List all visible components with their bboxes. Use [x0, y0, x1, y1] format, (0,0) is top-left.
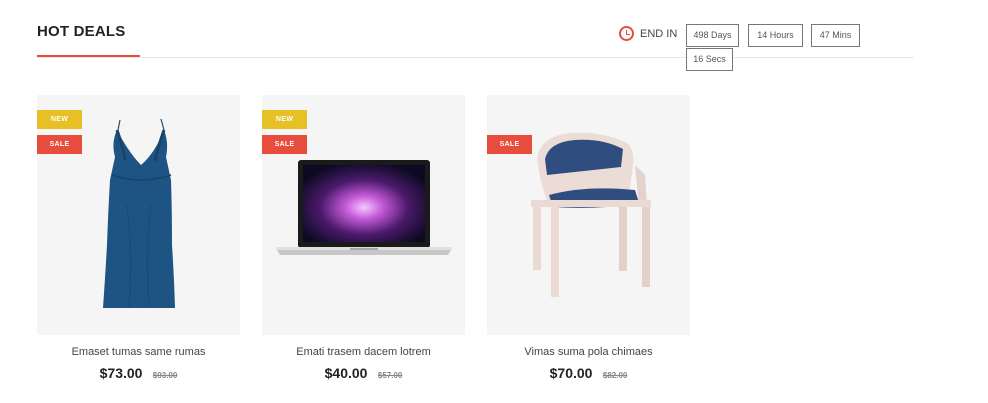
product-name[interactable]: Emati trasem dacem lotrem [262, 346, 465, 358]
section-title: HOT DEALS [37, 23, 126, 40]
product-card[interactable]: NEW SALE Emaset tumas same rumas $73.00 … [37, 95, 240, 383]
countdown-hours: 14 Hours [748, 24, 803, 47]
dress-image [103, 118, 175, 308]
product-price: $73.00 [99, 365, 143, 381]
new-badge: NEW [37, 110, 82, 129]
new-badge: NEW [262, 110, 307, 129]
countdown-days: 498 Days [686, 24, 739, 47]
product-old-price: $93.00 [152, 371, 178, 380]
title-underline [37, 55, 140, 57]
product-name[interactable]: Emaset tumas same rumas [37, 346, 240, 358]
countdown-label: END IN [640, 28, 678, 40]
price-row: $40.00 $57.00 [262, 365, 465, 383]
product-image-frame[interactable]: NEW SALE [262, 95, 465, 335]
product-price: $70.00 [549, 365, 593, 381]
clock-icon [619, 26, 634, 41]
sale-badge: SALE [262, 135, 307, 154]
product-old-price: $82.00 [602, 371, 628, 380]
sale-badge: SALE [37, 135, 82, 154]
laptop-image [276, 160, 452, 255]
product-image-frame[interactable]: NEW SALE [37, 95, 240, 335]
countdown-mins: 47 Mins [811, 24, 860, 47]
chair-image [531, 132, 651, 297]
price-row: $70.00 $82.00 [487, 365, 690, 383]
countdown-secs: 16 Secs [686, 48, 733, 71]
product-name[interactable]: Vimas suma pola chimaes [487, 346, 690, 358]
price-row: $73.00 $93.00 [37, 365, 240, 383]
product-image-frame[interactable]: SALE [487, 95, 690, 335]
product-card[interactable]: SALE Vimas suma pola chimaes $70.00 $82.… [487, 95, 690, 383]
product-price: $40.00 [324, 365, 368, 381]
sale-badge: SALE [487, 135, 532, 154]
product-card[interactable]: NEW SALE Emati trasem dacem lotrem $40.0… [262, 95, 465, 383]
product-old-price: $57.00 [377, 371, 403, 380]
